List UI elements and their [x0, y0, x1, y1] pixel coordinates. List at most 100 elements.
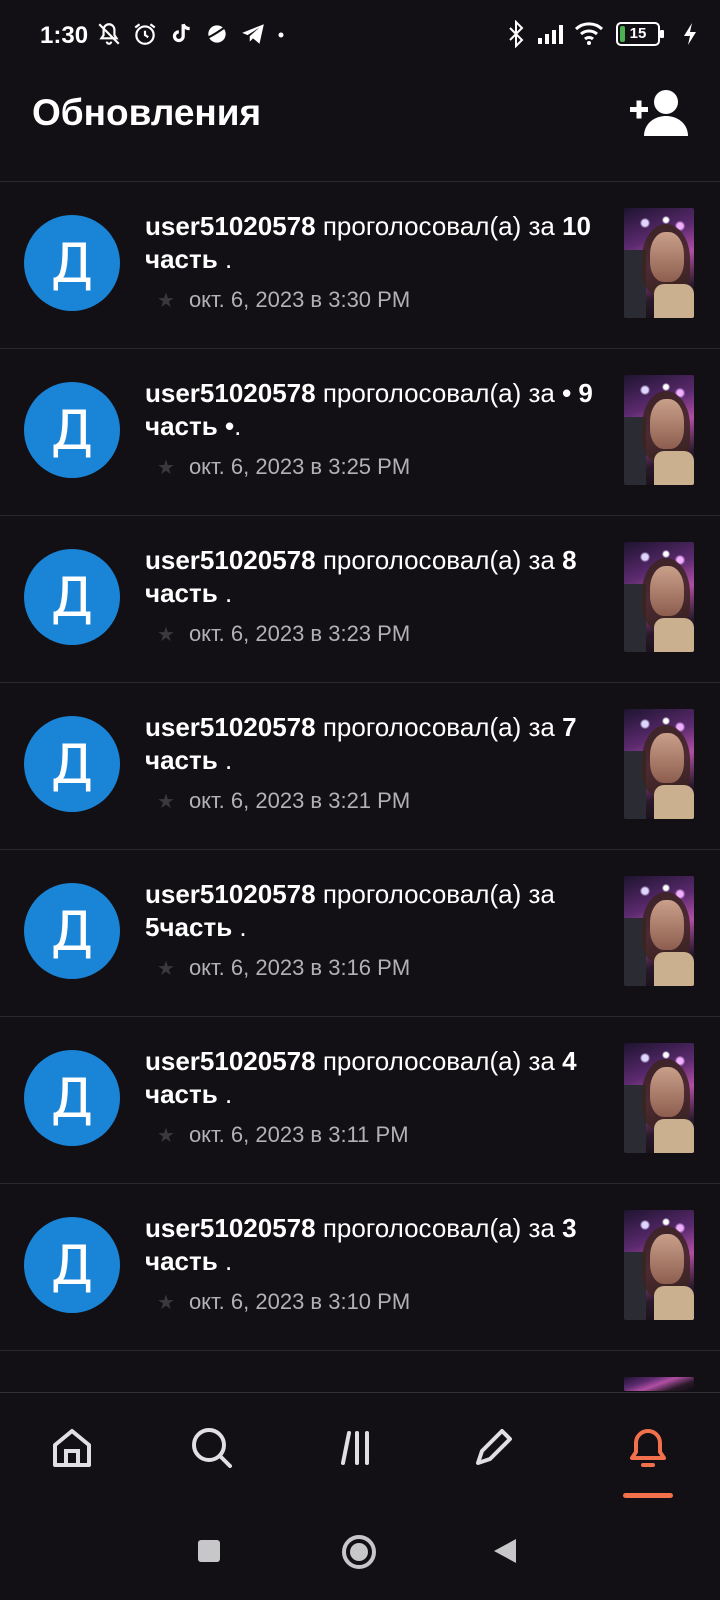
notifications-icon[interactable]	[623, 1423, 673, 1473]
notification-row[interactable]: Д user51020578 проголосовал(а) за 10 час…	[0, 182, 720, 349]
tiktok-icon	[172, 23, 190, 43]
tail-text: .	[217, 1079, 233, 1109]
username[interactable]: user51020578	[145, 1213, 316, 1243]
bell-off-icon	[98, 23, 120, 45]
wifi-icon	[574, 22, 604, 45]
star-icon: ★	[157, 957, 175, 980]
timestamp: окт. 6, 2023 в 3:10 PM	[188, 1289, 411, 1314]
notification-text: user51020578 проголосовал(а) за 7 часть …	[145, 711, 600, 777]
write-icon[interactable]	[468, 1423, 518, 1473]
action-text: проголосовал(а) за	[315, 211, 563, 241]
username[interactable]: user51020578	[145, 378, 316, 408]
star-icon: ★	[157, 1124, 175, 1147]
status-time: 1:30	[40, 22, 89, 49]
active-tab-indicator	[623, 1493, 673, 1498]
battery-icon: 15	[616, 22, 664, 46]
back-button[interactable]	[494, 1539, 516, 1563]
notification-row[interactable]: Д user51020578 проголосовал(а) за 4 част…	[0, 1017, 720, 1184]
tail-text: .	[232, 912, 247, 942]
username[interactable]: user51020578	[145, 1046, 316, 1076]
notification-meta: ★ окт. 6, 2023 в 3:10 PM	[157, 1289, 410, 1315]
story-cover-thumbnail	[624, 1377, 694, 1391]
app-header: Обновления	[0, 70, 720, 182]
notification-text: user51020578 проголосовал(а) за 10 часть…	[145, 210, 600, 276]
bottom-navigation	[0, 1392, 720, 1500]
telegram-icon	[242, 24, 264, 44]
tail-text: .	[217, 244, 233, 274]
action-text: проголосовал(а) за	[315, 1046, 563, 1076]
star-icon: ★	[157, 790, 175, 813]
avatar[interactable]: Д	[24, 883, 120, 979]
timestamp: окт. 6, 2023 в 3:30 PM	[188, 287, 411, 312]
story-cover-thumbnail[interactable]	[624, 876, 694, 986]
notification-row[interactable]: Д user51020578 проголосовал(а) за 5часть…	[0, 850, 720, 1017]
star-icon: ★	[157, 1291, 175, 1314]
timestamp: окт. 6, 2023 в 3:21 PM	[188, 788, 411, 813]
dot-icon	[278, 32, 284, 38]
signal-icon	[538, 25, 563, 44]
notification-text: user51020578 проголосовал(а) за 5часть .	[145, 878, 600, 944]
add-user-icon[interactable]	[630, 88, 690, 138]
avatar[interactable]: Д	[24, 215, 120, 311]
notification-text: user51020578 проголосовал(а) за • 9 част…	[145, 377, 600, 443]
library-icon[interactable]	[329, 1423, 379, 1473]
charging-icon	[684, 23, 696, 45]
avatar[interactable]: Д	[24, 1217, 120, 1313]
notification-text: user51020578 проголосовал(а) за 8 часть …	[145, 544, 600, 610]
page-title: Обновления	[32, 92, 262, 133]
tail-text: .	[217, 578, 233, 608]
tail-text: .	[234, 411, 242, 441]
bluetooth-icon	[509, 20, 524, 48]
recents-button[interactable]	[198, 1540, 220, 1562]
notification-meta: ★ окт. 6, 2023 в 3:16 PM	[157, 955, 410, 981]
battery-text: 15	[629, 25, 647, 42]
action-text: проголосовал(а) за	[315, 378, 563, 408]
notification-meta: ★ окт. 6, 2023 в 3:25 PM	[157, 454, 410, 480]
home-button[interactable]	[342, 1535, 376, 1569]
notification-meta: ★ окт. 6, 2023 в 3:30 PM	[157, 287, 410, 313]
avatar[interactable]: Д	[24, 716, 120, 812]
story-cover-thumbnail[interactable]	[624, 709, 694, 819]
notification-meta: ★ окт. 6, 2023 в 3:11 PM	[157, 1122, 409, 1148]
status-left-icons	[96, 20, 286, 48]
notification-row-partial	[0, 1351, 720, 1391]
star-icon: ★	[157, 456, 175, 479]
story-cover-thumbnail[interactable]	[624, 1210, 694, 1320]
notification-row[interactable]: Д user51020578 проголосовал(а) за 8 част…	[0, 516, 720, 683]
username[interactable]: user51020578	[145, 545, 316, 575]
avatar[interactable]: Д	[24, 382, 120, 478]
notification-text: user51020578 проголосовал(а) за 4 часть …	[145, 1045, 600, 1111]
action-text: проголосовал(а) за	[315, 1213, 563, 1243]
timestamp: окт. 6, 2023 в 3:25 PM	[188, 454, 411, 479]
notification-row[interactable]: Д user51020578 проголосовал(а) за 3 част…	[0, 1184, 720, 1351]
notification-meta: ★ окт. 6, 2023 в 3:23 PM	[157, 621, 410, 647]
action-text: проголосовал(а) за	[315, 545, 563, 575]
notification-row[interactable]: Д user51020578 проголосовал(а) за • 9 ча…	[0, 349, 720, 516]
story-cover-thumbnail[interactable]	[624, 1043, 694, 1153]
story-cover-thumbnail[interactable]	[624, 375, 694, 485]
action-text: проголосовал(а) за	[315, 712, 563, 742]
notification-meta: ★ окт. 6, 2023 в 3:21 PM	[157, 788, 410, 814]
alarm-icon	[134, 23, 156, 45]
avatar[interactable]: Д	[24, 1050, 120, 1146]
star-icon: ★	[157, 623, 175, 646]
timestamp: окт. 6, 2023 в 3:16 PM	[188, 955, 411, 980]
notifications-list: Д user51020578 проголосовал(а) за 10 час…	[0, 182, 720, 1392]
avatar[interactable]: Д	[24, 549, 120, 645]
star-icon: ★	[157, 289, 175, 312]
tail-text: .	[217, 745, 233, 775]
home-icon[interactable]	[47, 1423, 97, 1473]
story-part-title[interactable]: 5часть	[145, 912, 232, 942]
timestamp: окт. 6, 2023 в 3:11 PM	[188, 1122, 409, 1147]
action-text: проголосовал(а) за	[315, 879, 555, 909]
story-cover-thumbnail[interactable]	[624, 542, 694, 652]
search-icon[interactable]	[187, 1423, 237, 1473]
status-bar: 1:30 15	[0, 0, 720, 70]
username[interactable]: user51020578	[145, 712, 316, 742]
username[interactable]: user51020578	[145, 879, 316, 909]
planet-icon	[205, 24, 229, 43]
notification-text: user51020578 проголосовал(а) за 3 часть …	[145, 1212, 600, 1278]
notification-row[interactable]: Д user51020578 проголосовал(а) за 7 част…	[0, 683, 720, 850]
username[interactable]: user51020578	[145, 211, 316, 241]
story-cover-thumbnail[interactable]	[624, 208, 694, 318]
